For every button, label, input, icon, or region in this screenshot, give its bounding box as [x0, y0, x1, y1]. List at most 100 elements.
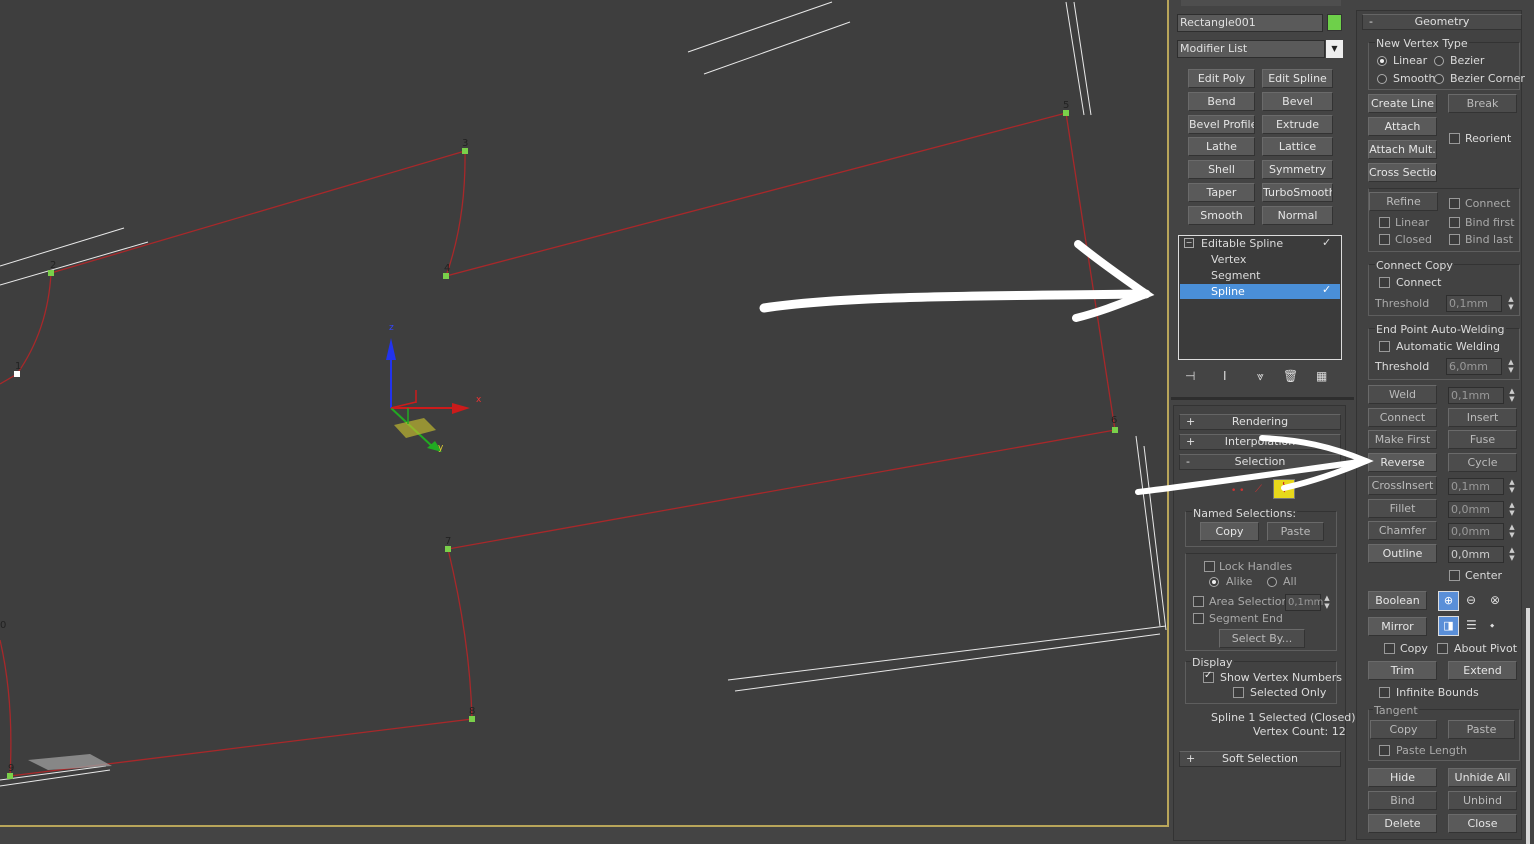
- segment-end-checkbox[interactable]: [1193, 613, 1204, 624]
- end-point-threshold-spinner[interactable]: 6,0mm: [1446, 358, 1502, 375]
- modifier-button-shell[interactable]: Shell: [1188, 160, 1255, 180]
- connect-checkbox[interactable]: [1449, 198, 1460, 209]
- collapse-icon[interactable]: −: [1184, 238, 1194, 248]
- panel-scrollbar[interactable]: [1526, 608, 1530, 844]
- spinner-arrows-icon[interactable]: ▲ ▼: [1507, 387, 1517, 404]
- refine-button[interactable]: Refine: [1369, 192, 1438, 211]
- configure-modifier-sets-icon[interactable]: ▦: [1316, 369, 1327, 383]
- modifier-button-lattice[interactable]: Lattice: [1262, 137, 1333, 157]
- insert-button[interactable]: Insert: [1448, 408, 1517, 427]
- center-checkbox[interactable]: [1449, 570, 1460, 581]
- modifier-button-bevel[interactable]: Bevel: [1262, 91, 1333, 111]
- perspective-viewport[interactable]: 0 1 2 3 4 5 6 7 8 9 z x y: [0, 0, 1169, 827]
- outline-button[interactable]: Outline: [1368, 544, 1437, 563]
- rollout-soft-selection[interactable]: + Soft Selection: [1179, 751, 1341, 767]
- spinner-arrows-icon[interactable]: ▲ ▼: [1507, 546, 1517, 563]
- rollout-geometry[interactable]: - Geometry: [1362, 14, 1522, 30]
- connect-copy-checkbox[interactable]: [1379, 277, 1390, 288]
- pin-stack-icon[interactable]: ⊣: [1185, 369, 1195, 383]
- mirror-both-icon[interactable]: ⬩: [1490, 618, 1494, 633]
- named-selection-paste-button[interactable]: Paste: [1267, 522, 1324, 541]
- paste-length-checkbox[interactable]: [1379, 745, 1390, 756]
- rollout-rendering[interactable]: + Rendering: [1179, 414, 1341, 430]
- modifier-stack[interactable]: − Editable Spline ✓ Vertex Segment Splin…: [1178, 235, 1342, 360]
- automatic-welding-checkbox[interactable]: [1379, 341, 1390, 352]
- modifier-button-normal[interactable]: Normal: [1262, 205, 1333, 225]
- spinner-arrows-icon[interactable]: ▲ ▼: [1507, 523, 1517, 540]
- bind-last-checkbox[interactable]: [1449, 234, 1460, 245]
- crossinsert-spinner[interactable]: 0,1mm: [1448, 478, 1504, 495]
- weld-button[interactable]: Weld: [1368, 385, 1437, 404]
- modifier-button-lathe[interactable]: Lathe: [1188, 137, 1255, 157]
- chamfer-button[interactable]: Chamfer: [1368, 521, 1437, 540]
- alike-radio[interactable]: [1209, 577, 1219, 587]
- linear-radio[interactable]: [1377, 56, 1387, 66]
- remove-modifier-icon[interactable]: 🗑: [1283, 369, 1298, 383]
- rollout-selection[interactable]: - Selection: [1179, 454, 1341, 470]
- about-pivot-checkbox[interactable]: [1437, 643, 1448, 654]
- spline-level-icon[interactable]: ⌇: [1273, 479, 1295, 499]
- bezier-corner-radio[interactable]: [1434, 74, 1444, 84]
- modifier-button-bevel-profile[interactable]: Bevel Profile: [1188, 114, 1255, 134]
- all-radio[interactable]: [1267, 577, 1277, 587]
- named-selection-copy-button[interactable]: Copy: [1200, 522, 1259, 541]
- modifier-button-bend[interactable]: Bend: [1188, 91, 1255, 111]
- visibility-check-icon[interactable]: ✓: [1322, 236, 1331, 249]
- transform-gizmo[interactable]: z x y: [386, 323, 482, 453]
- selected-only-checkbox[interactable]: [1233, 687, 1244, 698]
- chevron-down-icon[interactable]: ▼: [1326, 40, 1343, 58]
- connect-copy-threshold-spinner[interactable]: 0,1mm: [1446, 295, 1502, 312]
- spinner-arrows-icon[interactable]: ▲ ▼: [1506, 295, 1516, 312]
- make-unique-icon[interactable]: ⩔: [1257, 369, 1264, 384]
- spline-vertices[interactable]: [7, 110, 1118, 779]
- attach-button[interactable]: Attach: [1368, 117, 1437, 136]
- trim-button[interactable]: Trim: [1368, 661, 1437, 680]
- chamfer-spinner[interactable]: 0,0mm: [1448, 523, 1504, 540]
- object-color-swatch[interactable]: [1327, 14, 1342, 31]
- show-end-result-icon[interactable]: Ι: [1223, 369, 1227, 383]
- modifier-button-symmetry[interactable]: Symmetry: [1262, 160, 1333, 180]
- tangent-paste-button[interactable]: Paste: [1448, 720, 1515, 739]
- lock-handles-checkbox[interactable]: [1204, 561, 1215, 572]
- show-vertex-numbers-checkbox[interactable]: [1203, 670, 1214, 683]
- modifier-button-turbosmooth[interactable]: TurboSmooth: [1262, 183, 1333, 202]
- unhide-all-button[interactable]: Unhide All: [1448, 768, 1517, 787]
- stack-root-editable-spline[interactable]: Editable Spline: [1201, 237, 1283, 250]
- closed-checkbox[interactable]: [1379, 234, 1390, 245]
- modifier-button-taper[interactable]: Taper: [1188, 183, 1255, 202]
- vertex-level-icon[interactable]: • •: [1231, 486, 1244, 496]
- boolean-button[interactable]: Boolean: [1368, 591, 1427, 610]
- select-by-button[interactable]: Select By...: [1219, 629, 1305, 648]
- connect-button[interactable]: Connect: [1368, 408, 1437, 427]
- spinner-arrows-icon[interactable]: ▲ ▼: [1506, 358, 1516, 375]
- unbind-button[interactable]: Unbind: [1448, 791, 1517, 810]
- object-name-field[interactable]: Rectangle001: [1177, 14, 1323, 32]
- weld-spinner[interactable]: 0,1mm: [1448, 387, 1504, 404]
- fillet-spinner[interactable]: 0,0mm: [1448, 501, 1504, 518]
- stack-item-segment[interactable]: Segment: [1211, 269, 1261, 282]
- break-button[interactable]: Break: [1448, 94, 1517, 113]
- bind-button[interactable]: Bind: [1368, 791, 1437, 810]
- area-selection-checkbox[interactable]: [1193, 596, 1204, 607]
- mirror-vertical-icon[interactable]: ☰: [1466, 618, 1477, 632]
- modifier-button-extrude[interactable]: Extrude: [1262, 114, 1333, 134]
- make-first-button[interactable]: Make First: [1368, 430, 1437, 449]
- outline-spinner[interactable]: 0,0mm: [1448, 546, 1504, 563]
- modifier-button-smooth[interactable]: Smooth: [1188, 205, 1255, 225]
- mirror-button[interactable]: Mirror: [1368, 617, 1427, 636]
- modifier-button-edit-spline[interactable]: Edit Spline: [1262, 69, 1333, 88]
- delete-button[interactable]: Delete: [1368, 814, 1437, 833]
- cross-section-button[interactable]: Cross Section: [1368, 163, 1437, 182]
- small-object[interactable]: [28, 754, 112, 770]
- modifier-list-dropdown[interactable]: Modifier List: [1177, 40, 1325, 58]
- spline-rectangle001[interactable]: [0, 112, 1116, 777]
- mirror-copy-checkbox[interactable]: [1384, 643, 1395, 654]
- spinner-arrows-icon[interactable]: ▲ ▼: [1507, 478, 1517, 495]
- viewport-canvas[interactable]: 0 1 2 3 4 5 6 7 8 9 z x y: [0, 0, 1169, 827]
- smooth-radio[interactable]: [1377, 74, 1387, 84]
- fillet-button[interactable]: Fillet: [1368, 499, 1437, 518]
- crossinsert-button[interactable]: CrossInsert: [1368, 476, 1437, 495]
- extend-button[interactable]: Extend: [1448, 661, 1517, 680]
- infinite-bounds-checkbox[interactable]: [1379, 687, 1390, 698]
- segment-level-icon[interactable]: ⟋: [1255, 484, 1262, 495]
